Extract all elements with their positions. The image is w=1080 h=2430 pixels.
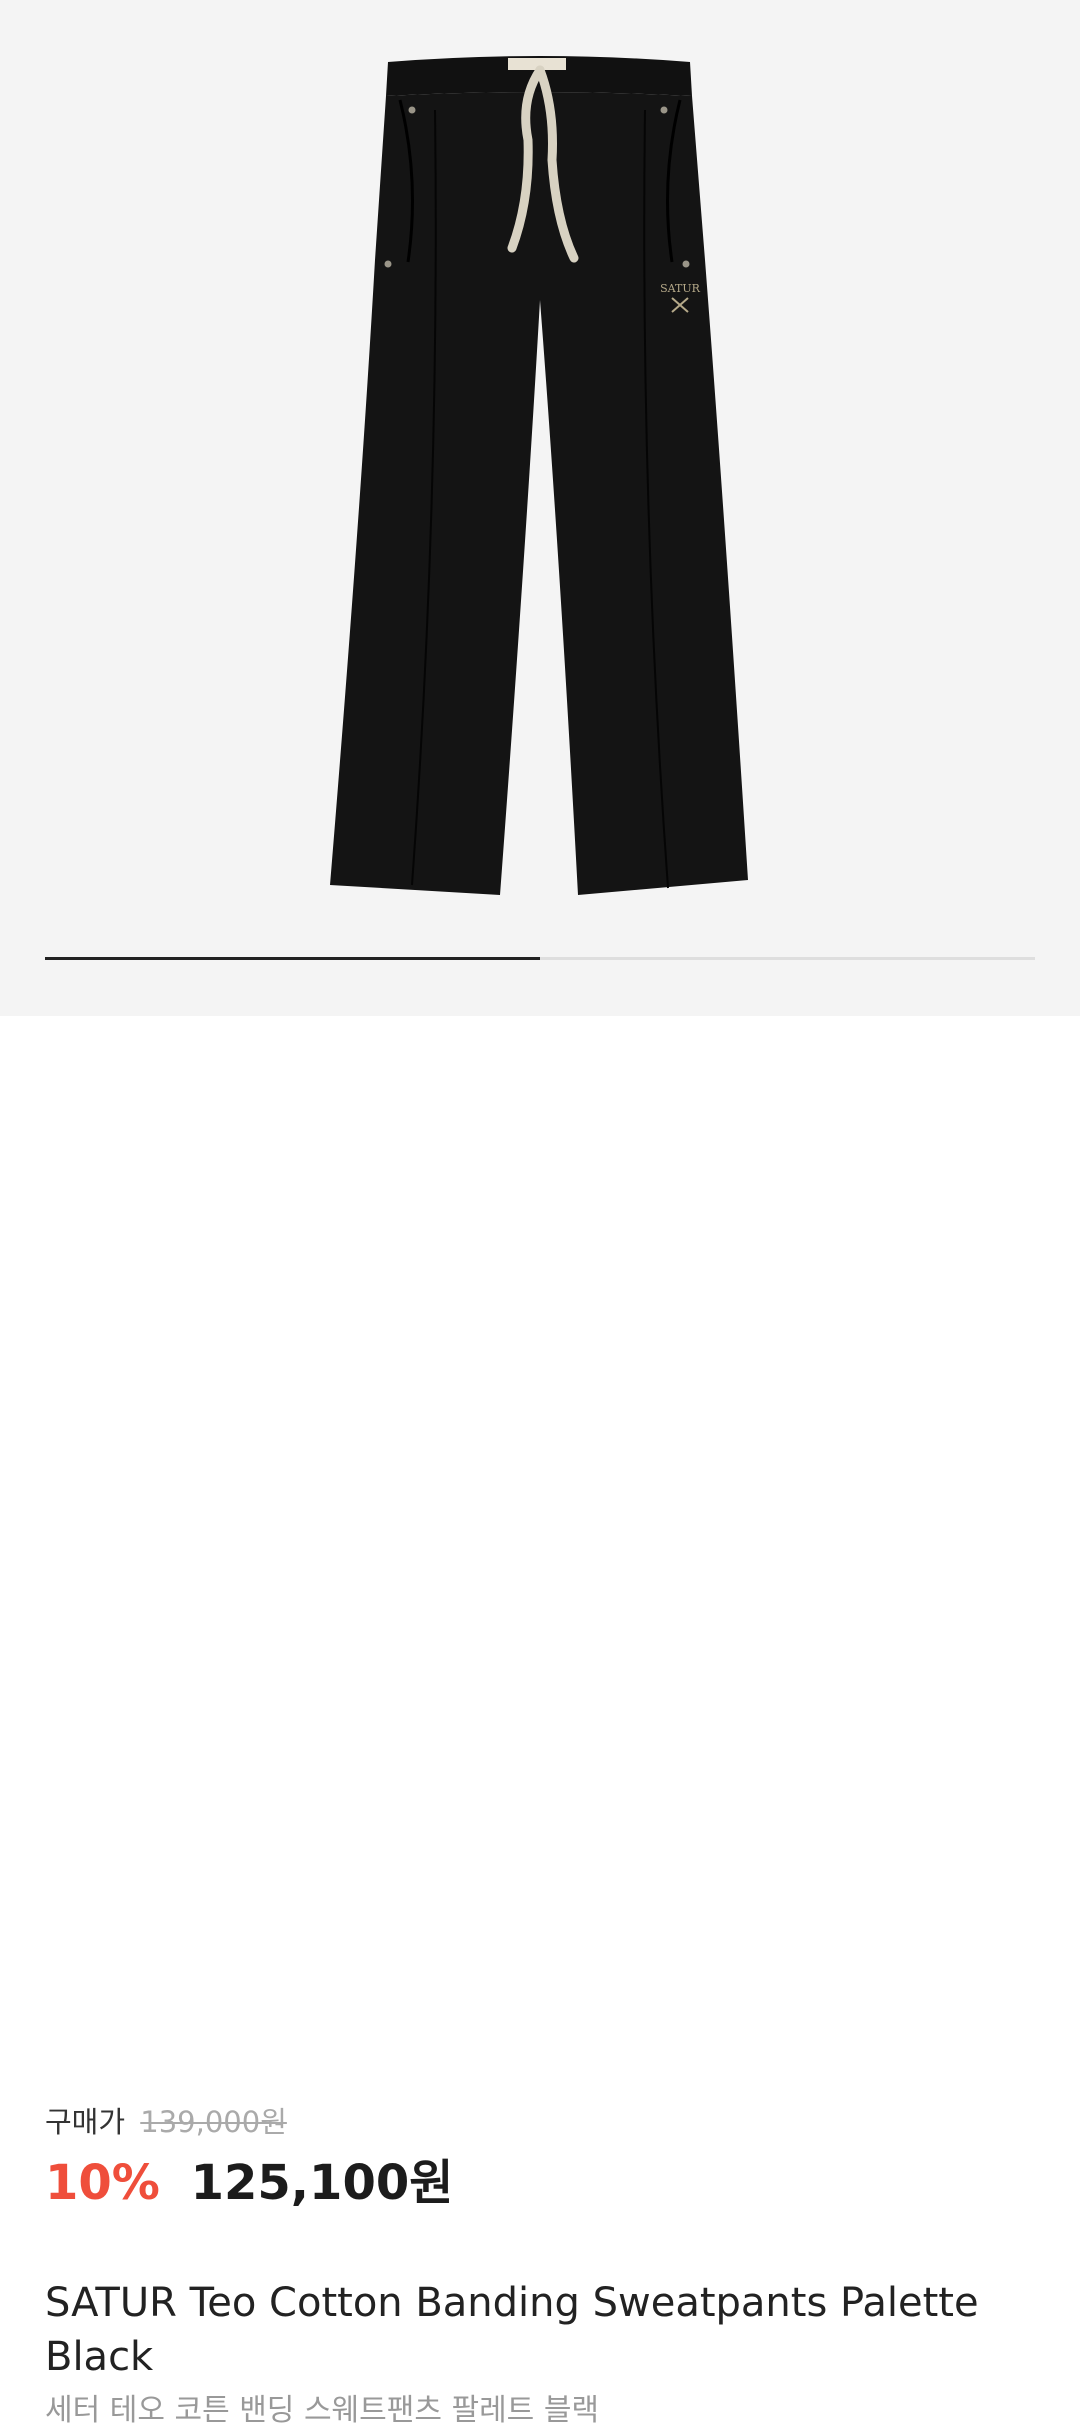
discount-rate: 10%	[45, 2155, 160, 2211]
rivet	[384, 260, 392, 268]
original-price: 139,000원	[140, 2105, 287, 2139]
rivet	[682, 260, 690, 268]
product-image-gallery[interactable]: SATUR	[0, 0, 1080, 1016]
product-image[interactable]: SATUR	[0, 0, 1080, 940]
brand-logo-embroidery: SATUR	[660, 282, 700, 295]
sale-price-row: 10% 125,100원	[45, 2154, 453, 2212]
purchase-price-label: 구매가	[45, 2105, 126, 2139]
original-price-row: 구매가 139,000원	[45, 2104, 287, 2140]
image-pagination-indicator	[45, 957, 540, 960]
product-name-english: SATUR Teo Cotton Banding Sweatpants Pale…	[45, 2280, 979, 2380]
product-name-korean: 세터 테오 코튼 밴딩 스웨트팬츠 팔레트 블랙	[45, 2393, 600, 2428]
pants-body	[330, 92, 748, 895]
image-pagination-track	[45, 957, 1035, 960]
rivet	[408, 106, 416, 114]
rivet	[660, 106, 668, 114]
sale-price: 125,100원	[190, 2155, 454, 2211]
